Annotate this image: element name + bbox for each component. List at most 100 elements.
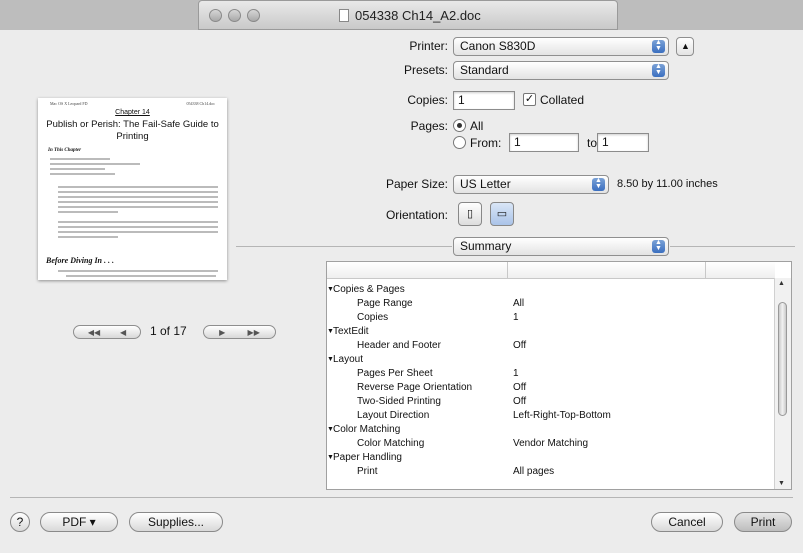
preview-text-line [58, 221, 218, 223]
window-title: 054338 Ch14_A2.doc [339, 8, 481, 23]
portrait-orientation-button[interactable]: ▯ [458, 202, 482, 226]
preview-prev-buttons[interactable]: ◀◀ ◀ [73, 325, 141, 339]
summary-key: Copies & Pages [333, 284, 405, 295]
summary-row: Copies 1 [327, 311, 767, 325]
summary-row: Print All pages [327, 465, 767, 479]
landscape-orientation-button[interactable]: ▭ [490, 202, 514, 226]
disclosure-triangle-icon[interactable]: ▼ [327, 451, 334, 465]
preview-section: Before Diving In . . . [46, 256, 114, 265]
preview-text-line [58, 231, 218, 233]
collated-checkbox[interactable]: ✓ [523, 93, 536, 106]
copies-field[interactable]: 1 [453, 91, 515, 110]
print-button[interactable]: Print [734, 512, 792, 532]
summary-row: Header and Footer Off [327, 339, 767, 353]
zoom-window-button[interactable] [247, 9, 260, 22]
summary-value: Left-Right-Top-Bottom [513, 410, 611, 421]
summary-column-header [327, 262, 775, 279]
pages-to-field[interactable]: 1 [597, 133, 649, 152]
summary-value: Off [513, 382, 527, 393]
summary-group-row[interactable]: Color Matching ▼ [327, 423, 767, 437]
landscape-icon: ▭ [496, 208, 508, 220]
summary-key: Paper Handling [333, 452, 402, 463]
summary-value: 1 [513, 368, 519, 379]
popup-arrows-icon: ▲ ▼ [652, 63, 665, 77]
last-page-icon[interactable]: ▶▶ [248, 328, 260, 337]
preview-text-line [58, 226, 218, 228]
disclosure-triangle-icon[interactable]: ▼ [327, 353, 334, 367]
pdf-button[interactable]: PDF ▾ [40, 512, 118, 532]
paper-size-label: Paper Size: [385, 177, 448, 191]
disclosure-triangle-icon[interactable]: ▼ [327, 283, 334, 297]
separator-left [236, 246, 452, 247]
preview-text-line [50, 163, 140, 165]
summary-key: Header and Footer [357, 340, 441, 351]
orientation-label: Orientation: [385, 208, 448, 222]
summary-value: Vendor Matching [513, 438, 589, 449]
popup-arrows-icon: ▲ ▼ [592, 177, 605, 191]
pages-from-field[interactable]: 1 [509, 133, 579, 152]
summary-group-row[interactable]: Copies & Pages ▼ [327, 283, 767, 297]
preview-header-left: Mac OS X Leopard FD [50, 101, 88, 106]
portrait-icon: ▯ [466, 208, 474, 220]
print-sheet: Mac OS X Leopard FD 054338 Ch14.doc Chap… [0, 30, 803, 553]
cancel-button[interactable]: Cancel [651, 512, 723, 532]
close-window-button[interactable] [209, 9, 222, 22]
pages-from-radio[interactable] [453, 136, 466, 149]
next-page-icon[interactable]: ▶ [219, 328, 225, 337]
summary-key: Layout [333, 354, 364, 365]
preview-chapter: Chapter 14 [115, 109, 150, 116]
scroll-down-icon[interactable]: ▼ [778, 480, 785, 487]
preview-text-line [58, 196, 218, 198]
preview-next-buttons[interactable]: ▶ ▶▶ [203, 325, 276, 339]
summary-value: Off [513, 340, 527, 351]
summary-table[interactable]: Copies & Pages ▼ Page Range All Copies 1 TextE… [326, 261, 792, 490]
pages-all-label: All [470, 119, 484, 133]
summary-row: Color Matching Vendor Matching [327, 437, 767, 451]
document-icon [339, 9, 349, 22]
summary-group-row[interactable]: Layout ▼ [327, 353, 767, 367]
scroll-thumb[interactable] [778, 302, 787, 416]
summary-row: Layout Direction Left-Right-Top-Bottom [327, 409, 767, 423]
summary-value: Off [513, 396, 527, 407]
summary-scrollbar[interactable]: ▲ ▼ [774, 278, 791, 489]
printer-label: Printer: [409, 39, 448, 53]
paper-size-popup[interactable]: US Letter ▲ ▼ [453, 175, 609, 194]
paper-size-value: US Letter [460, 177, 511, 191]
minimize-window-button[interactable] [228, 9, 241, 22]
summary-key: Color Matching [357, 438, 425, 449]
summary-group-row[interactable]: Paper Handling ▼ [327, 451, 767, 465]
pages-from-label: From: [470, 136, 502, 150]
preview-header: Mac OS X Leopard FD 054338 Ch14.doc [50, 101, 215, 106]
disclosure-button[interactable]: ▲ [676, 37, 694, 56]
panel-popup[interactable]: Summary ▲ ▼ [453, 237, 669, 256]
summary-row: Two-Sided Printing Off [327, 395, 767, 409]
presets-popup[interactable]: Standard ▲ ▼ [453, 61, 669, 80]
summary-row: Pages Per Sheet 1 [327, 367, 767, 381]
footer-separator [10, 497, 793, 498]
summary-key: Layout Direction [357, 410, 430, 421]
pages-label: Pages: [410, 119, 448, 133]
paper-dimensions: 8.50 by 11.00 inches [617, 178, 718, 190]
summary-key: Pages Per Sheet [357, 368, 433, 379]
summary-row: Page Range All [327, 297, 767, 311]
scroll-up-icon[interactable]: ▲ [778, 280, 785, 287]
summary-key: Two-Sided Printing [357, 396, 441, 407]
pages-all-radio[interactable] [453, 119, 466, 132]
summary-key: Color Matching [333, 424, 401, 435]
summary-key: Reverse Page Orientation [357, 382, 473, 393]
preview-text-line [58, 211, 118, 213]
summary-key: Print [357, 466, 378, 477]
help-button[interactable]: ? [10, 512, 30, 532]
print-preview: Mac OS X Leopard FD 054338 Ch14.doc Chap… [38, 98, 227, 280]
previous-page-icon[interactable]: ◀ [120, 328, 126, 337]
first-page-icon[interactable]: ◀◀ [88, 328, 100, 337]
supplies-button[interactable]: Supplies... [129, 512, 223, 532]
disclosure-triangle-icon[interactable]: ▼ [327, 325, 334, 339]
preview-text-line [58, 270, 218, 272]
disclosure-triangle-icon[interactable]: ▼ [327, 423, 334, 437]
summary-group-row[interactable]: TextEdit ▼ [327, 325, 767, 339]
printer-popup[interactable]: Canon S830D ▲ ▼ [453, 37, 669, 56]
preview-text-line [66, 275, 216, 277]
presets-value: Standard [460, 63, 509, 77]
summary-row: Reverse Page Orientation Off [327, 381, 767, 395]
